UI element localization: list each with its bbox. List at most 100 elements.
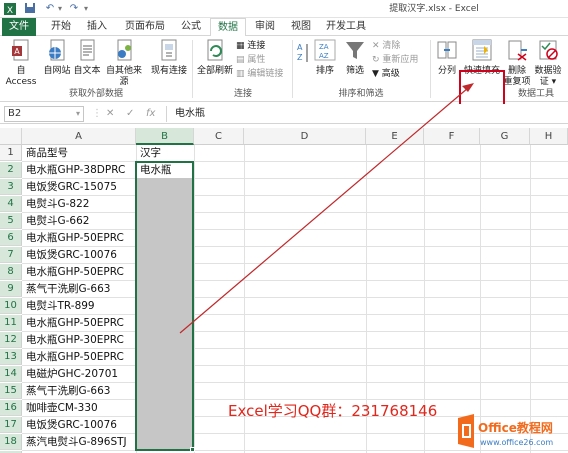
cell-a9[interactable]: 蒸气干洗刷G-663 [23,281,136,297]
tab-data[interactable]: 数据 [210,18,246,37]
enter-icon[interactable]: ✓ [126,107,134,121]
svg-text:A: A [14,47,20,56]
cell-a8[interactable]: 电水瓶GHP-50EPRC [23,264,136,280]
excel-logo-icon: X [3,2,17,16]
column-header-e[interactable]: E [366,128,424,145]
cell-a3[interactable]: 电饭煲GRC-15075 [23,179,136,195]
qq-group-annotation: Excel学习QQ群：231768146 [228,402,438,420]
data-validation-button[interactable]: 数据验 证 ▾ [532,38,564,88]
select-all-corner[interactable] [0,128,22,145]
window-title: 提取汉字.xlsx - Excel [389,4,479,14]
cell-a2[interactable]: 电水瓶GHP-38DPRC [23,162,136,178]
from-web-button[interactable]: 自网站 [42,38,72,77]
from-access-label: 自 Access [5,66,37,87]
cell-a1[interactable]: 商品型号 [23,145,136,161]
clear-button[interactable]: ✕ 清除 [372,40,400,52]
fill-handle[interactable] [190,447,195,452]
sort-az-icon[interactable]: AZ [296,40,310,72]
column-header-h[interactable]: H [530,128,568,145]
name-box-dropdown-icon[interactable]: ▾ [76,107,80,121]
cell-a5[interactable]: 电熨斗G-662 [23,213,136,229]
filter-button[interactable]: 筛选 [342,38,368,77]
row-header[interactable]: 16 [0,400,22,416]
cell-a17[interactable]: 电饭煲GRC-10076 [23,417,136,433]
row-header[interactable]: 6 [0,230,22,246]
name-box[interactable]: B2 [4,106,84,122]
reapply-button[interactable]: ↻ 重新应用 [372,54,418,66]
edit-links-label: 编辑链接 [247,69,284,79]
row-header[interactable]: 17 [0,417,22,433]
text-to-columns-button[interactable]: 分列 [434,38,460,77]
undo-dropdown-icon[interactable]: ▾ [56,2,64,16]
row-header[interactable]: 13 [0,349,22,365]
row-header[interactable]: 1 [0,145,22,161]
tab-review[interactable]: 审阅 [250,18,280,36]
row-header[interactable]: 10 [0,298,22,314]
tab-page-layout[interactable]: 页面布局 [120,18,170,36]
row-header[interactable]: 11 [0,315,22,331]
cell-b1[interactable]: 汉字 [137,145,194,161]
row-header[interactable]: 7 [0,247,22,263]
row-header[interactable]: 9 [0,281,22,297]
row-header[interactable]: 5 [0,213,22,229]
cell-a6[interactable]: 电水瓶GHP-50EPRC [23,230,136,246]
cell-a14[interactable]: 电磁炉GHC-20701 [23,366,136,382]
customize-qat-icon[interactable]: ▾ [82,2,90,16]
redo-icon[interactable]: ↷ [68,2,80,16]
office26-logo: Office教程网 www.office26.com [452,410,568,453]
row-header[interactable]: 14 [0,366,22,382]
from-text-button[interactable]: 自文本 [72,38,102,77]
existing-connections-button[interactable]: 现有连接 [148,38,190,77]
filter-label: 筛选 [345,66,364,76]
cell-a18[interactable]: 蒸汽电熨斗G-896STJ [23,434,136,450]
cell-a7[interactable]: 电饭煲GRC-10076 [23,247,136,263]
column-header-f[interactable]: F [424,128,480,145]
cell-a12[interactable]: 电水瓶GHP-30EPRC [23,332,136,348]
cell-a10[interactable]: 电熨斗TR-899 [23,298,136,314]
row-header[interactable]: 3 [0,179,22,195]
edit-links-button[interactable]: ▥ 编辑链接 [236,68,283,80]
column-header-b[interactable]: B [136,128,194,145]
formula-input[interactable]: 电水瓶 [166,106,564,122]
row-header[interactable]: 2 [0,162,22,178]
row-header[interactable]: 4 [0,196,22,212]
tab-file[interactable]: 文件 [2,18,36,36]
cell-a11[interactable]: 电水瓶GHP-50EPRC [23,315,136,331]
text-to-columns-label: 分列 [437,66,456,76]
tab-insert[interactable]: 插入 [82,18,112,36]
from-other-sources-button[interactable]: 自其他来源 [102,38,146,88]
tab-developer[interactable]: 开发工具 [324,18,368,36]
insert-function-icon[interactable]: fx [146,107,155,121]
save-icon[interactable] [24,2,36,16]
gridline [194,145,195,453]
column-header-d[interactable]: D [244,128,366,145]
cell-a13[interactable]: 电水瓶GHP-50EPRC [23,349,136,365]
undo-icon[interactable]: ↶ [44,2,56,16]
advanced-button[interactable]: ▼ 高级 [372,68,400,80]
from-other-sources-label: 自其他来源 [105,66,142,87]
cancel-icon[interactable]: ✕ [106,107,114,121]
properties-button[interactable]: ▤ 属性 [236,54,265,66]
ribbon-data: A 自 Access 自网站 自文本 自其他来源 现有连接 获取外部数据 全部刷… [0,36,568,118]
from-access-button[interactable]: A 自 Access [2,38,40,88]
sort-button[interactable]: ZA AZ 排序 [312,38,338,77]
row-header[interactable]: 8 [0,264,22,280]
connections-button[interactable]: ▦ 连接 [236,40,265,52]
cell-a16[interactable]: 咖啡壶CM-330 [23,400,136,416]
tab-view[interactable]: 视图 [286,18,316,36]
refresh-all-button[interactable]: 全部刷新 [196,38,234,77]
cell-b2[interactable]: 电水瓶 [137,162,194,178]
column-header-c[interactable]: C [194,128,244,145]
advanced-label: 高级 [381,69,400,79]
tab-home[interactable]: 开始 [46,18,76,36]
cell-a15[interactable]: 蒸气干洗刷G-663 [23,383,136,399]
cell-a4[interactable]: 电熨斗G-822 [23,196,136,212]
remove-duplicates-button[interactable]: 删除 重复项 [503,38,531,88]
column-header-a[interactable]: A [22,128,136,145]
row-header[interactable]: 12 [0,332,22,348]
selection-border [135,161,194,451]
row-header[interactable]: 15 [0,383,22,399]
column-header-g[interactable]: G [480,128,530,145]
row-header[interactable]: 18 [0,434,22,450]
tab-formulas[interactable]: 公式 [176,18,206,36]
